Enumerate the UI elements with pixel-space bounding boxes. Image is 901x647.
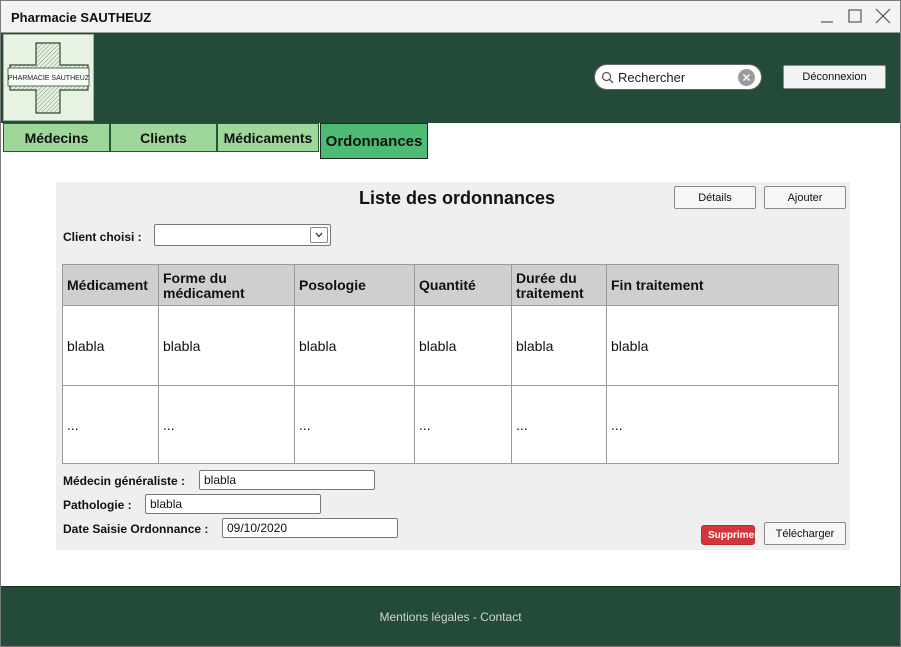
doctor-field[interactable] [199, 470, 375, 490]
tab-clients[interactable]: Clients [110, 123, 217, 152]
column-header: Fin traitement [611, 277, 704, 293]
window-title: Pharmacie SAUTHEUZ [11, 10, 152, 25]
table-cell: blabla [163, 338, 201, 354]
footer-links[interactable]: Mentions légales - Contact [379, 610, 521, 624]
prescriptions-table: Médicament Forme du médicament Posologie… [62, 264, 839, 464]
doctor-label: Médecin généraliste : [63, 474, 186, 488]
table-cell: blabla [611, 338, 649, 354]
table-cell: blabla [419, 338, 457, 354]
details-button[interactable]: Détails [674, 186, 756, 209]
table-cell: ... [611, 416, 623, 433]
pathology-label: Pathologie : [63, 498, 132, 512]
date-label: Date Saisie Ordonnance : [63, 522, 209, 536]
tab-ordonnances[interactable]: Ordonnances [320, 123, 428, 159]
tab-medecins[interactable]: Médecins [3, 123, 110, 152]
search-box[interactable] [594, 64, 762, 90]
table-cell: ... [516, 416, 528, 433]
table-header: Médicament Forme du médicament Posologie… [63, 265, 838, 306]
chevron-down-icon[interactable] [310, 227, 328, 243]
logout-button[interactable]: Déconnexion [783, 65, 886, 89]
app-header: PHARMACIE SAUTHEUZ Déconnexion [1, 33, 900, 123]
maximize-icon[interactable] [844, 5, 866, 27]
date-field[interactable] [222, 518, 398, 538]
table-cell: ... [67, 416, 79, 433]
client-label: Client choisi : [63, 230, 142, 244]
search-input[interactable] [614, 69, 738, 85]
table-cell: blabla [67, 338, 105, 354]
table-cell: blabla [299, 338, 337, 354]
pharmacy-logo: PHARMACIE SAUTHEUZ [3, 34, 94, 121]
column-header: Quantité [419, 277, 476, 293]
table-cell: ... [419, 416, 431, 433]
window-controls [816, 5, 894, 27]
add-button[interactable]: Ajouter [764, 186, 846, 209]
title-bar: Pharmacie SAUTHEUZ [1, 1, 900, 33]
column-header: Posologie [299, 277, 366, 293]
minimize-icon[interactable] [816, 5, 838, 27]
prescriptions-panel: Liste des ordonnances Détails Ajouter Cl… [56, 182, 850, 550]
column-header: Durée du traitement [516, 269, 584, 301]
column-header: Forme du médicament [163, 269, 245, 301]
app-footer: Mentions légales - Contact [1, 586, 900, 646]
pathology-field[interactable] [145, 494, 321, 514]
client-select[interactable] [154, 224, 331, 246]
clear-search-icon[interactable] [738, 68, 755, 86]
search-icon [601, 71, 614, 84]
download-button[interactable]: Télécharger [764, 522, 846, 545]
close-icon[interactable] [872, 5, 894, 27]
column-header: Médicament [67, 277, 148, 293]
app-window: Pharmacie SAUTHEUZ PHARMACIE SAUTHEUZ Re… [0, 0, 901, 647]
logo-text: PHARMACIE SAUTHEUZ [8, 75, 90, 82]
delete-button[interactable]: Supprimer [701, 525, 758, 545]
tab-medicaments[interactable]: Médicaments [217, 123, 319, 152]
table-cell: ... [163, 416, 175, 433]
table-cell: blabla [516, 338, 554, 354]
table-cell: ... [299, 416, 311, 433]
